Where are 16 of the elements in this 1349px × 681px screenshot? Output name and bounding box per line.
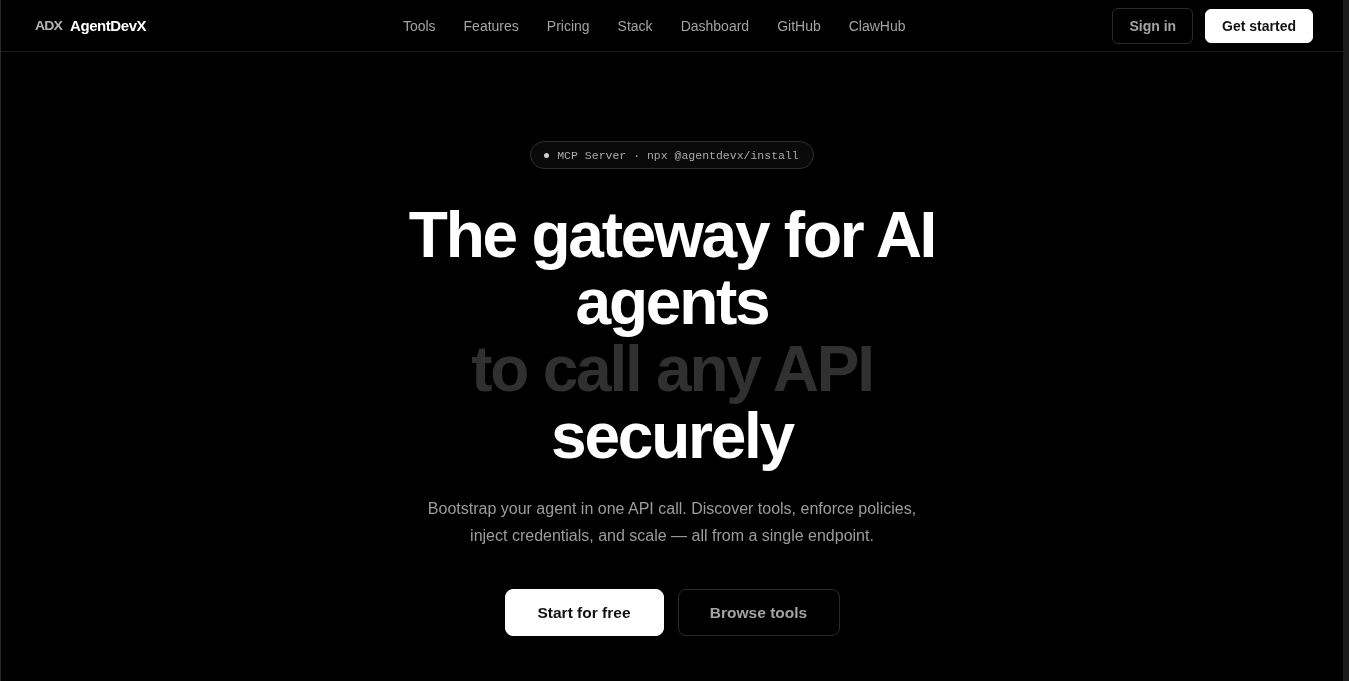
nav-link[interactable]: Tools — [402, 17, 436, 34]
nav-link[interactable]: GitHub — [777, 17, 821, 34]
start-button[interactable]: Start for free — [504, 589, 664, 636]
nav-link[interactable]: Stack — [617, 17, 653, 34]
browse-tools-button[interactable]: Browse tools — [677, 589, 840, 636]
dot-icon — [544, 152, 550, 158]
sign-in-button[interactable]: Sign in — [1112, 7, 1194, 44]
nav-link[interactable]: Pricing — [546, 17, 590, 34]
badge-text: MCP Server · npx @agentdevx/install — [557, 148, 799, 162]
nav-link[interactable]: Features — [463, 17, 519, 34]
nav-link[interactable]: ClawHub — [848, 17, 906, 34]
brand-name[interactable]: AgentDevX — [70, 17, 147, 34]
get-started-button[interactable]: Get started — [1205, 8, 1313, 43]
hero-subtitle: Bootstrap your agent in one API call. Discover tools, enforce policies, inject credentials, and scale — all from a single endpoint. — [426, 499, 918, 546]
nav-link[interactable]: Dashboard — [680, 17, 750, 34]
logo-mark[interactable]: ADX — [35, 18, 63, 33]
